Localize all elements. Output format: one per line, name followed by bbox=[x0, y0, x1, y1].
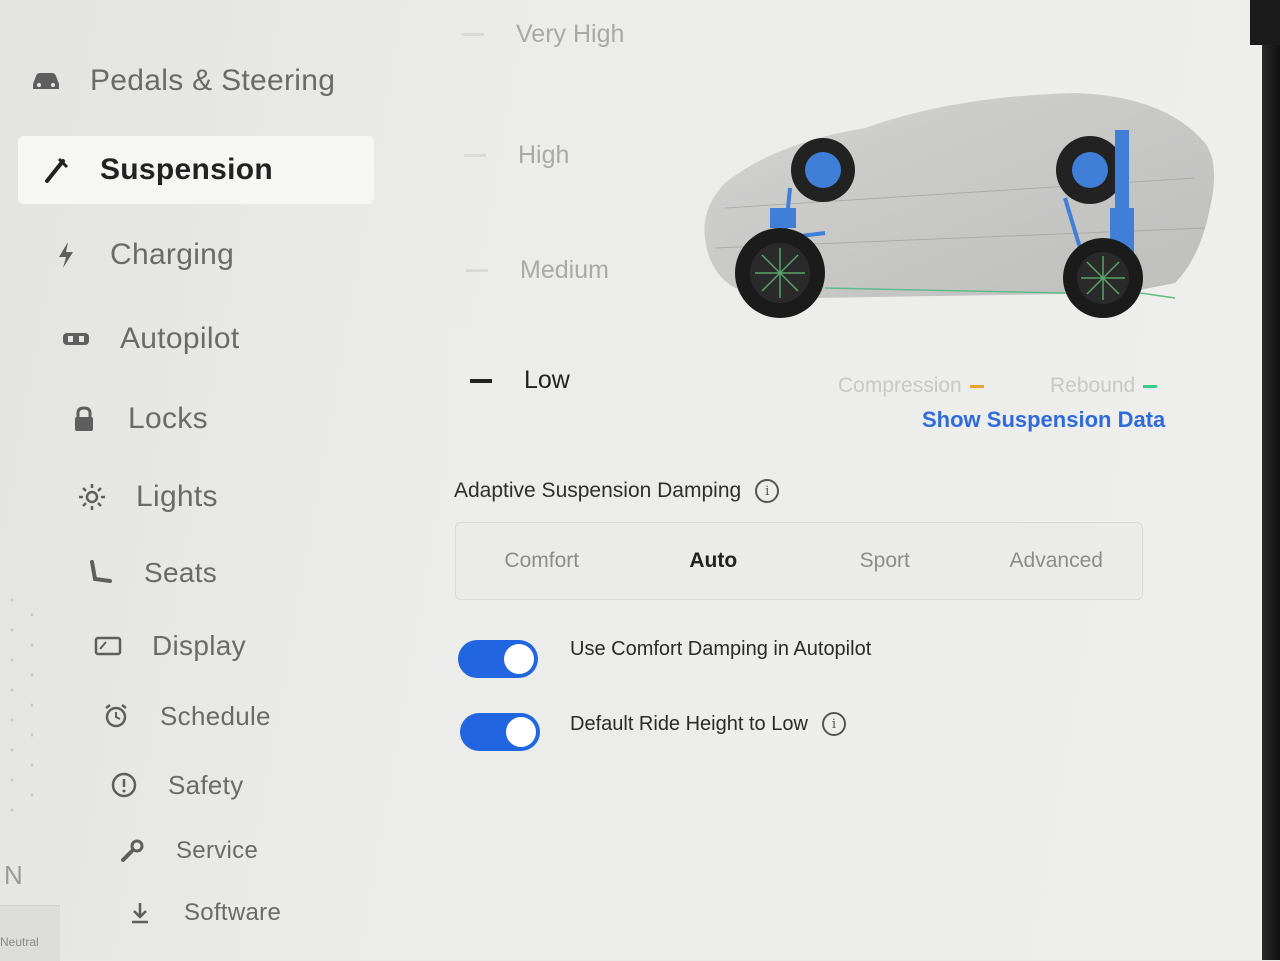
sidebar-item-label: Seats bbox=[144, 557, 218, 588]
toggle-label-text: Use Comfort Damping in Autopilot bbox=[570, 638, 872, 660]
sidebar-item-label: Suspension bbox=[100, 153, 274, 186]
info-icon[interactable]: i bbox=[821, 712, 846, 736]
seat-icon bbox=[82, 557, 118, 589]
sidebar-item-label: Locks bbox=[128, 402, 208, 435]
comfort-damping-autopilot-label: Use Comfort Damping in Autopilot bbox=[570, 638, 871, 661]
suspension-icon bbox=[38, 154, 74, 186]
sidebar-item-display[interactable]: Display bbox=[90, 623, 246, 669]
ride-height-label: Very High bbox=[516, 20, 625, 48]
sidebar-item-lights[interactable]: Lights bbox=[74, 474, 218, 520]
show-suspension-data-link[interactable]: Show Suspension Data bbox=[922, 407, 1165, 433]
sidebar-item-safety[interactable]: Safety bbox=[106, 762, 244, 808]
steering-wheel-icon bbox=[58, 323, 94, 355]
sidebar-item-suspension[interactable]: Suspension bbox=[18, 136, 374, 204]
info-circle-icon bbox=[106, 769, 142, 801]
sidebar-item-label: Software bbox=[184, 899, 282, 926]
toggle-knob bbox=[506, 717, 536, 747]
download-icon bbox=[122, 897, 158, 929]
ride-height-label: High bbox=[518, 141, 570, 169]
rebound-legend: Rebound bbox=[1050, 374, 1158, 398]
damping-option-comfort[interactable]: Comfort bbox=[456, 523, 628, 599]
ride-height-high[interactable]: High bbox=[464, 141, 569, 170]
rebound-swatch bbox=[1143, 384, 1158, 388]
sidebar-item-software[interactable]: Software bbox=[122, 890, 281, 936]
sidebar-item-label: Service bbox=[176, 837, 259, 864]
sidebar-item-charging[interactable]: Charging bbox=[48, 232, 234, 278]
edge-dots bbox=[10, 598, 34, 812]
sidebar-item-autopilot[interactable]: Autopilot bbox=[58, 316, 239, 362]
sidebar-item-pedals-steering[interactable]: Pedals & Steering bbox=[28, 58, 335, 104]
sidebar-item-label: Autopilot bbox=[120, 322, 240, 355]
default-ride-height-low-toggle[interactable] bbox=[460, 713, 540, 751]
comfort-damping-autopilot-toggle[interactable] bbox=[458, 640, 538, 678]
sidebar-item-locks[interactable]: Locks bbox=[66, 396, 208, 442]
sidebar-item-label: Safety bbox=[168, 769, 244, 800]
damping-option-sport[interactable]: Sport bbox=[799, 523, 971, 599]
gear-label: Neutral bbox=[0, 935, 39, 949]
compression-swatch bbox=[969, 384, 984, 388]
rebound-label: Rebound bbox=[1050, 374, 1136, 397]
sun-icon bbox=[74, 481, 110, 513]
ride-height-dash bbox=[462, 33, 484, 36]
screen-bezel bbox=[1262, 0, 1280, 960]
display-icon bbox=[90, 630, 126, 662]
sidebar-item-label: Schedule bbox=[160, 700, 271, 731]
damping-title: Adaptive Suspension Damping bbox=[454, 479, 742, 502]
screen-bezel-corner bbox=[1250, 0, 1280, 45]
sidebar-item-label: Lights bbox=[136, 480, 218, 513]
ride-height-dash bbox=[466, 269, 488, 272]
sidebar-item-label: Display bbox=[152, 630, 246, 661]
sidebar-item-schedule[interactable]: Schedule bbox=[98, 693, 271, 739]
damping-segmented-control: Comfort Auto Sport Advanced bbox=[455, 522, 1143, 600]
sidebar-item-label: Pedals & Steering bbox=[90, 64, 336, 97]
settings-screen: Pedals & Steering Suspension Charging Au… bbox=[0, 0, 1262, 961]
ride-height-low[interactable]: Low bbox=[470, 366, 570, 395]
compression-label: Compression bbox=[838, 374, 962, 397]
wrench-icon bbox=[114, 835, 150, 867]
ride-height-label: Medium bbox=[520, 256, 609, 284]
damping-section-title: Adaptive Suspension Damping i bbox=[454, 479, 780, 503]
damping-option-auto[interactable]: Auto bbox=[628, 523, 800, 599]
info-icon[interactable]: i bbox=[755, 479, 780, 503]
ride-height-dash bbox=[464, 154, 486, 157]
gear-indicator: N bbox=[4, 860, 23, 890]
toggle-knob bbox=[504, 644, 534, 674]
compression-legend: Compression bbox=[838, 374, 984, 398]
alarm-clock-icon bbox=[98, 700, 134, 732]
ride-height-label: Low bbox=[524, 366, 570, 394]
default-ride-height-low-label: Default Ride Height to Low i bbox=[570, 712, 846, 736]
damping-option-advanced[interactable]: Advanced bbox=[971, 523, 1143, 599]
toggle-label-text: Default Ride Height to Low bbox=[570, 712, 808, 735]
ride-height-medium[interactable]: Medium bbox=[466, 256, 609, 285]
lock-icon bbox=[66, 403, 102, 435]
gear-bar bbox=[0, 905, 60, 961]
ride-height-very-high[interactable]: Very High bbox=[462, 20, 624, 49]
car-suspension-illustration bbox=[695, 88, 1225, 323]
sidebar-item-label: Charging bbox=[110, 238, 235, 271]
ride-height-dash bbox=[470, 378, 492, 383]
lightning-icon bbox=[48, 239, 84, 271]
car-icon bbox=[28, 65, 64, 97]
sidebar-item-service[interactable]: Service bbox=[114, 828, 258, 874]
sidebar-item-seats[interactable]: Seats bbox=[82, 550, 217, 596]
